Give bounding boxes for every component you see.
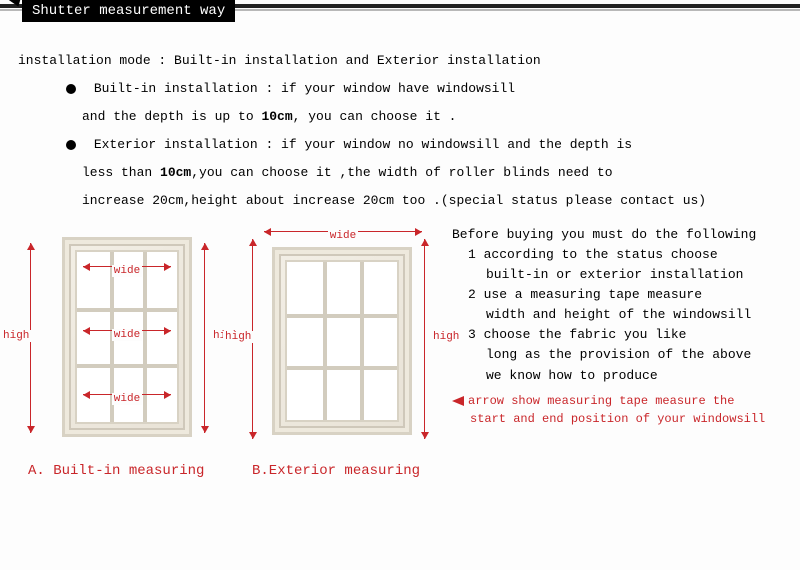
diagram-a-caption: A. Built-in measuring: [28, 463, 228, 479]
dim-label-high: high: [1, 330, 31, 342]
step-2b: width and height of the windowsill: [452, 305, 772, 325]
body-content: installation mode : Built-in installatio…: [0, 50, 800, 475]
diagram-a: high wide wide wide high A. Built-in mea…: [28, 225, 228, 475]
instructions-intro: Before buying you must do the following: [452, 225, 772, 245]
bullet-1-line-1: Built-in installation : if your window h…: [18, 78, 782, 100]
window-b-grid: [285, 260, 399, 422]
step-3: 3 choose the fabric you like: [452, 325, 772, 345]
step-1: 1 according to the status choose: [452, 245, 772, 265]
bullet-1-text-b-post: , you can choose it .: [293, 109, 457, 124]
window-a-frame: wide wide wide: [62, 237, 192, 437]
dim-a-wide-2: wide: [83, 330, 171, 343]
bullet-1-text-a: Built-in installation : if your window h…: [94, 81, 515, 96]
bullet-icon: [66, 140, 76, 150]
dim-label-wide: wide: [328, 230, 358, 242]
bullet-2-text-b-pre: less than: [82, 165, 160, 180]
footnote-1: arrow show measuring tape measure the: [452, 392, 772, 411]
window-b-frame: [272, 247, 412, 435]
bullet-1-text-b-pre: and the depth is up to: [82, 109, 261, 124]
dim-b-high-left: high: [252, 239, 253, 439]
dim-b-high-right: high: [424, 239, 425, 439]
lower-section: high wide wide wide high A. Built-in mea…: [18, 225, 782, 475]
diagram-b: wide high high B.Exterior measuring: [242, 225, 442, 475]
bullet-2-bold: 10cm: [160, 165, 191, 180]
bullet-2-line-1: Exterior installation : if your window n…: [18, 134, 782, 156]
dim-a-high-left: high: [30, 243, 31, 433]
step-3c: we know how to produce: [452, 366, 772, 386]
arrow-left-icon: [452, 396, 464, 406]
dim-a-wide-3: wide: [83, 394, 171, 407]
bullet-1-line-2: and the depth is up to 10cm, you can cho…: [18, 106, 782, 128]
dim-a-high-right: high: [204, 243, 205, 433]
bullet-2-text-a: Exterior installation : if your window n…: [94, 137, 632, 152]
dim-b-wide: wide: [264, 231, 422, 244]
bullet-1-bold: 10cm: [261, 109, 292, 124]
step-1b: built-in or exterior installation: [452, 265, 772, 285]
header-title: Shutter measurement way: [22, 0, 235, 22]
intro-line: installation mode : Built-in installatio…: [18, 50, 782, 72]
bullet-2-text-b-post: ,you can choose it ,the width of roller …: [191, 165, 612, 180]
bullet-icon: [66, 84, 76, 94]
bullet-2-line-2: less than 10cm,you can choose it ,the wi…: [18, 162, 782, 184]
dim-a-wide-1: wide: [83, 266, 171, 279]
dim-label-high: high: [223, 331, 253, 343]
footnote-2: start and end position of your windowsil…: [452, 410, 772, 429]
bullet-2-line-3: increase 20cm,height about increase 20cm…: [18, 190, 782, 212]
diagram-b-caption: B.Exterior measuring: [252, 463, 442, 479]
step-3b: long as the provision of the above: [452, 345, 772, 365]
footnote-1-text: arrow show measuring tape measure the: [468, 394, 734, 408]
instructions-block: Before buying you must do the following …: [442, 225, 772, 475]
step-2: 2 use a measuring tape measure: [452, 285, 772, 305]
header-bar: Shutter measurement way: [0, 0, 800, 30]
window-a-grid: wide wide wide: [75, 250, 179, 424]
dim-label-high: high: [431, 331, 461, 343]
